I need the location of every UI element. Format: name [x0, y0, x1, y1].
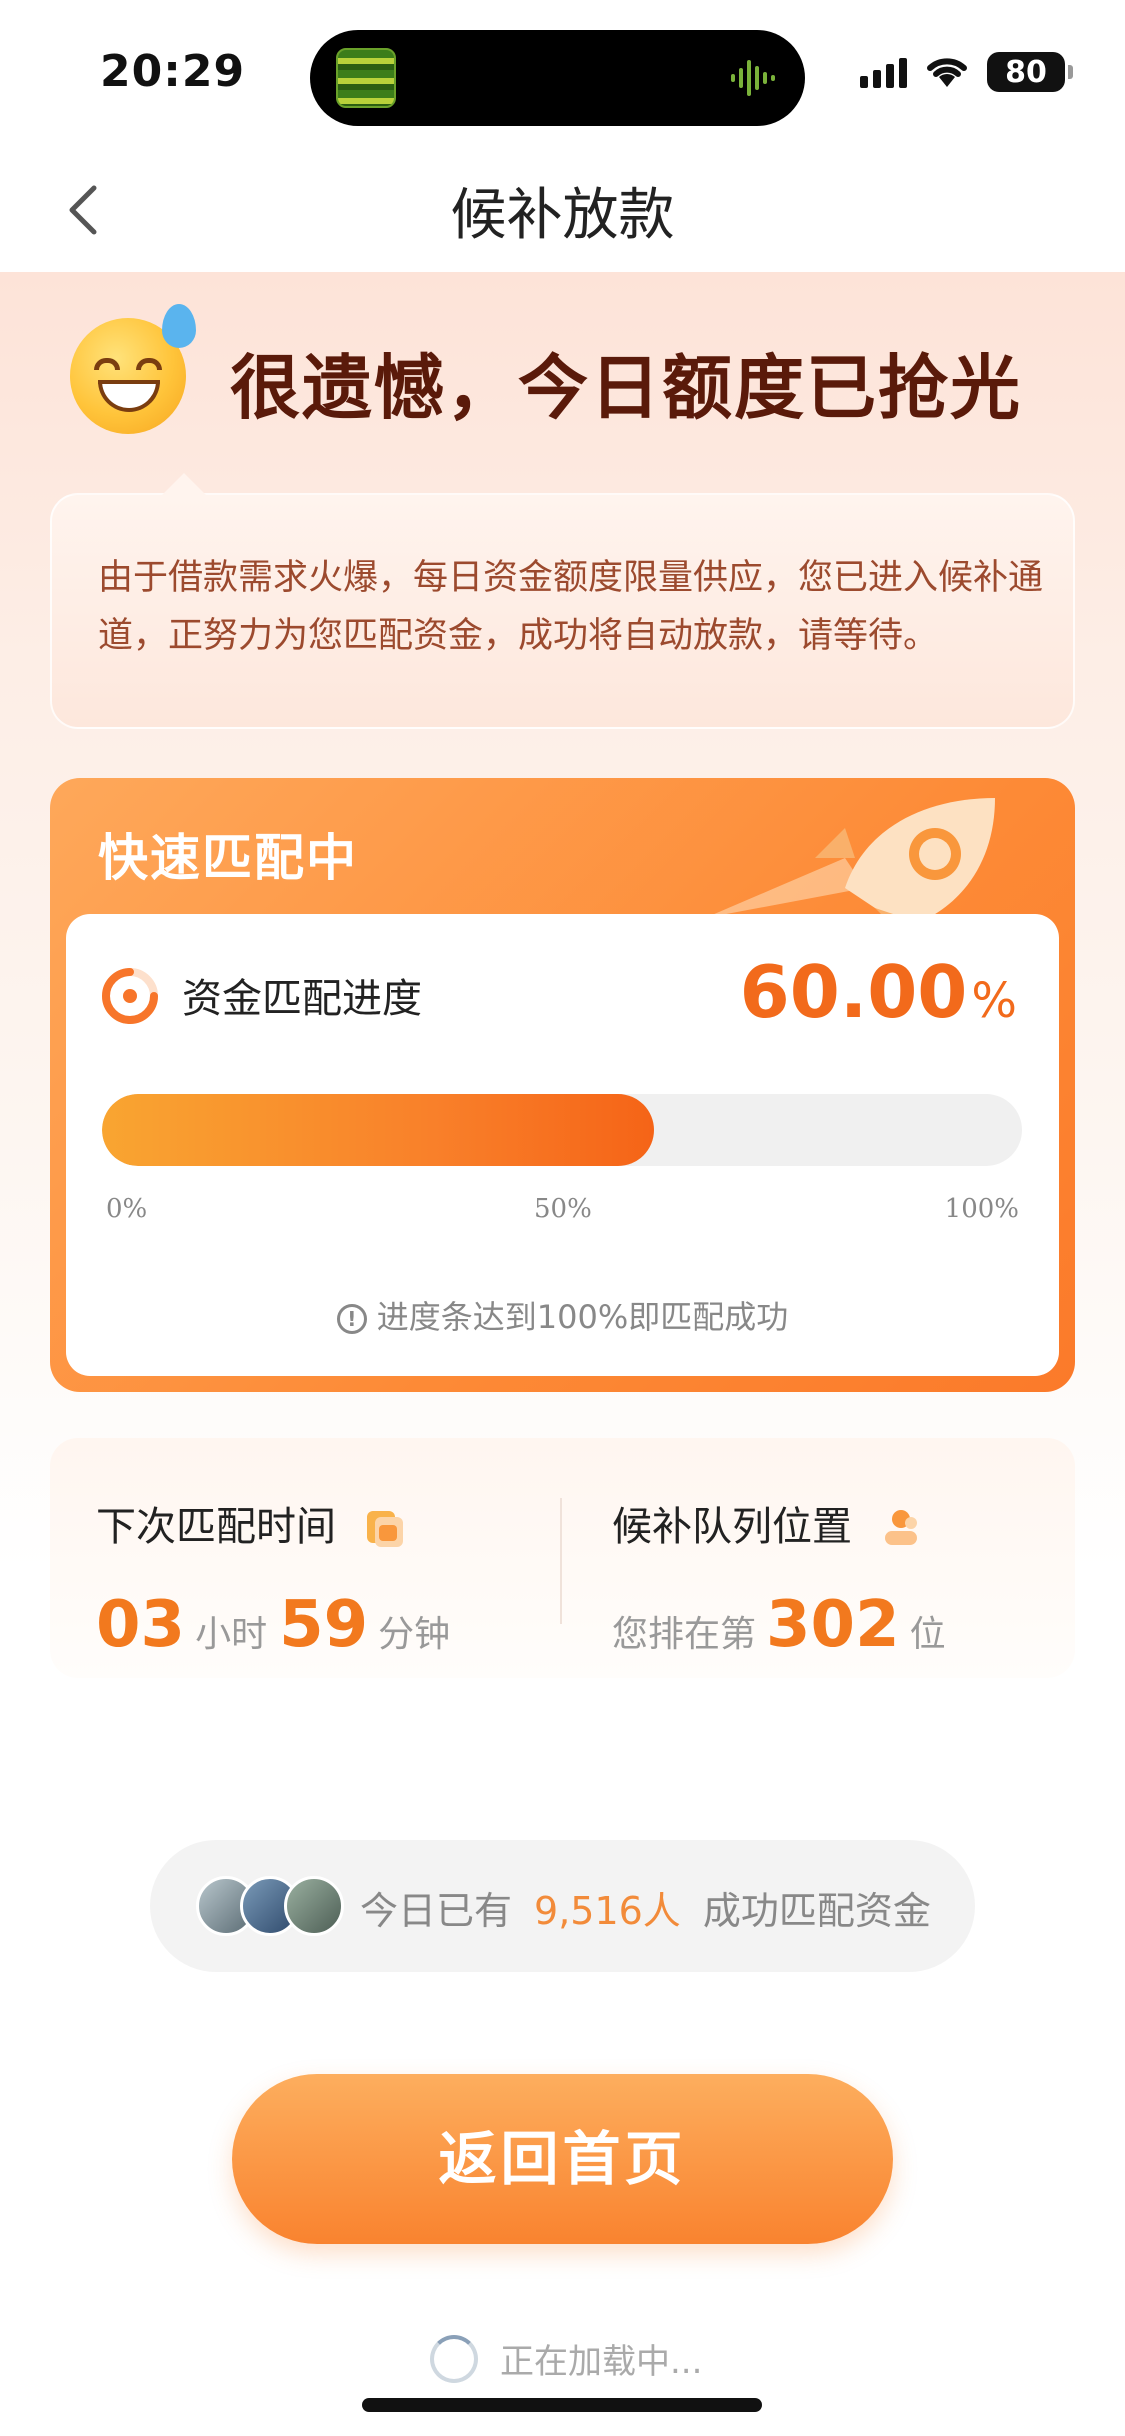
- queue-value: 您排在第 302 位: [612, 1588, 946, 1662]
- cellular-signal-icon: [860, 56, 907, 88]
- notice-text: 由于借款需求火爆，每日资金额度限量供应，您已进入候补通道，正努力为您匹配资金，成…: [98, 558, 1044, 656]
- today-success-text: 今日已有 9,516人 成功匹配资金: [360, 1880, 931, 1935]
- battery-icon: 80: [987, 52, 1073, 92]
- hours-unit: 小时: [195, 1614, 268, 1655]
- match-card-title: 快速匹配中: [98, 829, 358, 887]
- match-progress-card: 快速匹配中 资金匹配进度 60.00% 0% 50% 100% ! 进度条达到10…: [50, 778, 1075, 1392]
- queue-position: 302: [766, 1588, 900, 1662]
- progress-tick-50: 50%: [534, 1194, 592, 1224]
- status-time: 20:29: [100, 46, 246, 97]
- progress-bar: [102, 1094, 1022, 1166]
- navigation-bar: 候补放款: [0, 150, 1125, 272]
- progress-percentage: 60.00%: [740, 950, 1017, 1034]
- headline: 很遗憾，今日额度已抢光: [62, 304, 1062, 440]
- wifi-icon: [927, 58, 967, 87]
- headline-text: 很遗憾，今日额度已抢光: [230, 347, 1022, 429]
- stats-divider: [560, 1498, 562, 1624]
- page-title: 候补放款: [450, 183, 675, 248]
- today-count: 9,516人: [534, 1889, 681, 1933]
- next-match-title: 下次匹配时间: [96, 1494, 407, 1552]
- loading-text: 正在加载中...: [500, 2342, 703, 2382]
- status-bar: 20:29 80: [0, 0, 1125, 150]
- return-home-button[interactable]: 返回首页: [232, 2074, 893, 2244]
- progress-note: ! 进度条达到100%即匹配成功: [66, 1292, 1059, 1338]
- notice-tip: [162, 473, 206, 495]
- queue-suffix: 位: [909, 1614, 946, 1655]
- today-prefix: 今日已有: [360, 1889, 513, 1933]
- next-match-title-text: 下次匹配时间: [96, 1504, 336, 1550]
- clock-card-icon: [366, 1511, 403, 1547]
- avatar-group: [196, 1876, 346, 1936]
- loading-indicator: 正在加载中...: [430, 2334, 702, 2383]
- sweat-smile-emoji-icon: [70, 304, 196, 434]
- audio-wave-icon: [731, 60, 775, 96]
- minutes-value: 59: [279, 1588, 369, 1662]
- home-indicator[interactable]: [362, 2398, 762, 2412]
- queue-prefix: 您排在第: [612, 1614, 757, 1655]
- match-progress-panel: 资金匹配进度 60.00% 0% 50% 100% ! 进度条达到100%即匹配成…: [66, 914, 1059, 1376]
- status-icons: 80: [860, 52, 1073, 92]
- dynamic-island[interactable]: [310, 30, 805, 126]
- queue-title: 候补队列位置: [612, 1494, 923, 1552]
- progress-value: 60.00: [739, 950, 968, 1034]
- progress-label: 资金匹配进度: [182, 976, 422, 1022]
- info-icon: !: [336, 1304, 367, 1334]
- progress-bar-fill: [102, 1094, 654, 1166]
- progress-ring-icon: [102, 968, 158, 1024]
- loading-spinner-icon: [430, 2334, 478, 2383]
- avatar: [284, 1876, 344, 1936]
- next-match-value: 03 小时 59 分钟: [96, 1588, 450, 1662]
- hours-value: 03: [96, 1588, 186, 1662]
- today-success-banner: 今日已有 9,516人 成功匹配资金: [150, 1840, 975, 1972]
- progress-tick-0: 0%: [106, 1194, 148, 1224]
- progress-tick-100: 100%: [944, 1194, 1019, 1224]
- progress-unit: %: [971, 973, 1017, 1029]
- notice-card: 由于借款需求火爆，每日资金额度限量供应，您已进入候补通道，正努力为您匹配资金，成…: [50, 473, 1075, 729]
- rocket-icon: [705, 798, 995, 928]
- people-icon: [884, 1510, 917, 1545]
- match-stats-card: 下次匹配时间 03 小时 59 分钟 候补队列位置 您排在第 302 位: [50, 1438, 1075, 1678]
- minutes-unit: 分钟: [378, 1614, 451, 1655]
- queue-title-text: 候补队列位置: [612, 1504, 852, 1550]
- progress-note-text: 进度条达到100%即匹配成功: [376, 1298, 789, 1336]
- today-suffix: 成功匹配资金: [702, 1889, 931, 1933]
- now-playing-thumbnail: [336, 48, 396, 108]
